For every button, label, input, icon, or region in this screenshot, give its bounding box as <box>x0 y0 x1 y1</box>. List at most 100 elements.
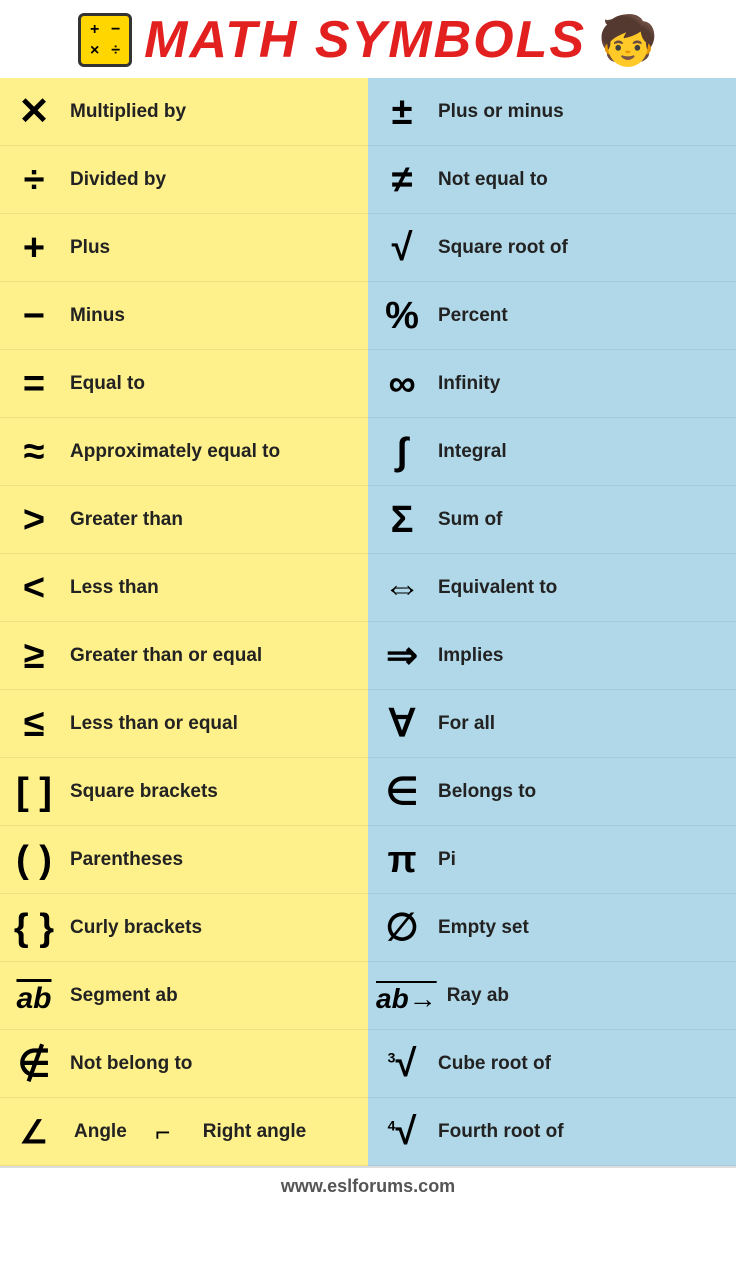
list-item: π Pi <box>368 826 736 894</box>
approx-symbol: ≈ <box>8 433 60 471</box>
page-header: +−×÷ MATH SYMBOLS 🧒 <box>0 0 736 78</box>
gte-symbol: ≥ <box>8 637 60 675</box>
divide-symbol: ÷ <box>8 161 60 199</box>
math-icon: +−×÷ <box>78 13 132 67</box>
notequal-symbol: ≠ <box>376 161 428 199</box>
percent-label: Percent <box>438 305 508 327</box>
main-content: ✕ Multiplied by ÷ Divided by + Plus − Mi… <box>0 78 736 1166</box>
minus-label: Minus <box>70 305 125 327</box>
plusminus-symbol: ± <box>376 93 428 131</box>
infinity-label: Infinity <box>438 373 500 395</box>
divide-label: Divided by <box>70 169 166 191</box>
list-item: [ ] Square brackets <box>0 758 368 826</box>
right-angle-label: Right angle <box>203 1121 306 1143</box>
percent-symbol: % <box>376 297 428 335</box>
list-item: ∈ Belongs to <box>368 758 736 826</box>
page-title: MATH SYMBOLS <box>144 10 586 70</box>
integral-label: Integral <box>438 441 507 463</box>
minus-symbol: − <box>8 297 60 335</box>
angle-label: Angle <box>74 1121 127 1143</box>
lt-label: Less than <box>70 577 159 599</box>
list-item: + Plus <box>0 214 368 282</box>
pi-symbol: π <box>376 841 428 879</box>
gte-label: Greater than or equal <box>70 645 262 667</box>
sq-bracket-symbol: [ ] <box>8 773 60 811</box>
notequal-label: Not equal to <box>438 169 548 191</box>
list-item: ab Segment ab <box>0 962 368 1030</box>
right-column: ± Plus or minus ≠ Not equal to √ Square … <box>368 78 736 1166</box>
list-item: ∅ Empty set <box>368 894 736 962</box>
plus-symbol: + <box>8 229 60 267</box>
cuberoot-label: Cube root of <box>438 1053 551 1075</box>
pi-label: Pi <box>438 849 456 871</box>
sigma-label: Sum of <box>438 509 502 531</box>
lte-label: Less than or equal <box>70 713 238 735</box>
belongs-label: Belongs to <box>438 781 536 803</box>
forall-symbol: ∀ <box>376 705 428 743</box>
emptyset-symbol: ∅ <box>376 909 428 947</box>
sqrt-symbol: √ <box>376 229 428 267</box>
list-item: − Minus <box>0 282 368 350</box>
list-item: ⇔ Equivalent to <box>368 554 736 622</box>
list-item: ∞ Infinity <box>368 350 736 418</box>
list-item: ✕ Multiplied by <box>0 78 368 146</box>
paren-symbol: ( ) <box>8 841 60 879</box>
emptyset-label: Empty set <box>438 917 529 939</box>
equal-symbol: = <box>8 365 60 403</box>
plusminus-label: Plus or minus <box>438 101 564 123</box>
list-item: √ Square root of <box>368 214 736 282</box>
sigma-symbol: Σ <box>376 501 428 539</box>
not-belong-symbol: ∉ <box>8 1045 60 1083</box>
gt-symbol: > <box>8 501 60 539</box>
page-wrapper: +−×÷ MATH SYMBOLS 🧒 ✕ Multiplied by ÷ Di… <box>0 0 736 1205</box>
list-item: ≈ Approximately equal to <box>0 418 368 486</box>
ray-symbol: ab→ <box>376 977 437 1015</box>
gt-label: Greater than <box>70 509 183 531</box>
list-item: ≤ Less than or equal <box>0 690 368 758</box>
curly-symbol: { } <box>8 909 60 947</box>
list-item: ≠ Not equal to <box>368 146 736 214</box>
integral-symbol: ∫ <box>376 433 428 471</box>
lte-symbol: ≤ <box>8 705 60 743</box>
paren-label: Parentheses <box>70 849 183 871</box>
forall-label: For all <box>438 713 495 735</box>
sqrt-label: Square root of <box>438 237 568 259</box>
segment-symbol: ab <box>8 977 60 1015</box>
plus-label: Plus <box>70 237 110 259</box>
belongs-symbol: ∈ <box>376 773 428 811</box>
list-item: ∉ Not belong to <box>0 1030 368 1098</box>
angle-row: ∠ Angle ⌐ Right angle <box>0 1098 368 1166</box>
approx-label: Approximately equal to <box>70 441 280 463</box>
list-item: 3√ Cube root of <box>368 1030 736 1098</box>
list-item: ∀ For all <box>368 690 736 758</box>
list-item: ( ) Parentheses <box>0 826 368 894</box>
list-item: < Less than <box>0 554 368 622</box>
list-item: Σ Sum of <box>368 486 736 554</box>
equiv-label: Equivalent to <box>438 577 557 599</box>
angle-symbol: ∠ <box>8 1116 60 1148</box>
curly-label: Curly brackets <box>70 917 202 939</box>
right-angle-symbol: ⌐ <box>137 1119 189 1145</box>
symbol-grid: ✕ Multiplied by ÷ Divided by + Plus − Mi… <box>0 78 736 1166</box>
list-item: ∫ Integral <box>368 418 736 486</box>
equiv-symbol: ⇔ <box>376 569 428 607</box>
implies-label: Implies <box>438 645 503 667</box>
list-item: > Greater than <box>0 486 368 554</box>
implies-symbol: ⇒ <box>376 637 428 675</box>
page-footer: www.eslforums.com <box>0 1166 736 1205</box>
ray-label: Ray ab <box>447 985 509 1007</box>
list-item: % Percent <box>368 282 736 350</box>
footer-url: www.eslforums.com <box>281 1176 455 1196</box>
list-item: ≥ Greater than or equal <box>0 622 368 690</box>
robot-icon: 🧒 <box>598 12 658 69</box>
segment-label: Segment ab <box>70 985 178 1007</box>
fourthroot-symbol: 4√ <box>376 1113 428 1151</box>
list-item: ÷ Divided by <box>0 146 368 214</box>
list-item: 4√ Fourth root of <box>368 1098 736 1166</box>
multiply-symbol: ✕ <box>8 93 60 131</box>
cuberoot-symbol: 3√ <box>376 1045 428 1083</box>
list-item: = Equal to <box>0 350 368 418</box>
infinity-symbol: ∞ <box>376 365 428 403</box>
list-item: ⇒ Implies <box>368 622 736 690</box>
list-item: { } Curly brackets <box>0 894 368 962</box>
